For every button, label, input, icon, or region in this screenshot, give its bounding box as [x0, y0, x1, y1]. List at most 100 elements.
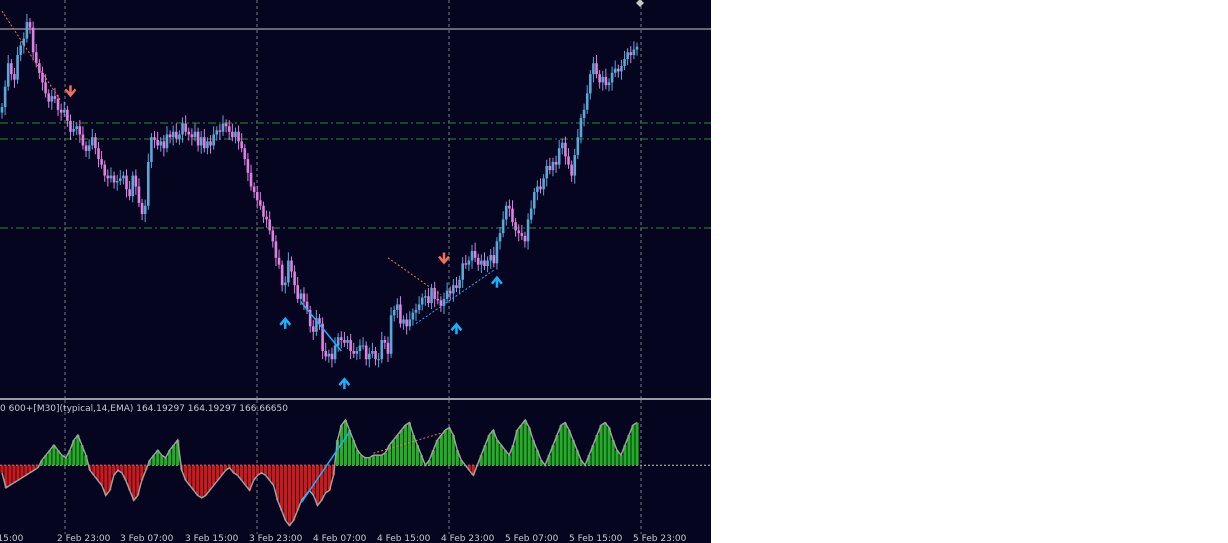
histogram-bar: [315, 465, 320, 506]
candle-body: [118, 178, 122, 182]
candle-body: [620, 65, 623, 72]
candle-body: [277, 257, 281, 265]
candle-body: [492, 255, 496, 264]
candle-body: [498, 233, 502, 242]
time-tick-label: 3 Feb 07:00: [120, 534, 174, 543]
histogram-bar: [188, 465, 192, 486]
candle-body: [514, 222, 517, 231]
histogram-bar: [519, 425, 523, 466]
candle-body: [570, 164, 573, 176]
candle-body: [122, 175, 125, 179]
candle-body: [162, 141, 166, 149]
histogram-bar: [563, 422, 567, 466]
candle-body: [424, 296, 427, 298]
candle-body: [143, 205, 147, 214]
candle-body: [199, 137, 203, 146]
candle-body: [90, 137, 94, 146]
candle-body: [249, 172, 253, 187]
candle-body: [190, 134, 194, 138]
candle-body: [629, 52, 633, 55]
candle-body: [47, 93, 50, 102]
time-tick-label: 2 Feb 23:00: [57, 534, 111, 543]
candle-body: [271, 230, 275, 242]
histogram-bar: [395, 435, 399, 466]
candle-body: [346, 340, 349, 343]
candle-body: [131, 175, 135, 197]
candle-body: [100, 159, 103, 165]
candle-body: [343, 340, 346, 343]
candle-body: [19, 45, 22, 55]
candle-body: [72, 129, 75, 132]
candle-body: [175, 131, 178, 139]
candle-body: [280, 264, 284, 286]
candle-body: [150, 137, 153, 162]
candle-body: [455, 285, 458, 288]
histogram-bar: [200, 465, 204, 498]
candle-body: [215, 130, 219, 135]
time-tick-label: 4 Feb 15:00: [377, 534, 431, 543]
candle-body: [632, 49, 636, 55]
histogram-bar: [523, 420, 527, 466]
histogram-bar: [363, 457, 368, 466]
candle-body: [221, 123, 225, 132]
candle-body: [589, 74, 592, 94]
candle-body: [274, 241, 278, 258]
histogram-bar: [631, 425, 635, 466]
histogram-bar: [603, 422, 607, 466]
candle-body: [246, 159, 250, 173]
histogram-bar: [12, 465, 16, 483]
histogram-bar: [599, 425, 603, 466]
candle-body: [386, 342, 390, 354]
candle-body: [433, 287, 436, 299]
candle-body: [339, 337, 343, 341]
histogram-bar: [291, 465, 296, 521]
candle-body: [439, 300, 443, 306]
candle-body: [153, 137, 156, 140]
candle-body: [501, 219, 505, 234]
histogram-bar: [495, 440, 499, 466]
histogram-bar: [204, 465, 208, 496]
candle-body: [511, 208, 514, 223]
candle-body: [483, 260, 486, 267]
candle-body: [517, 230, 521, 234]
candle-body: [62, 109, 66, 113]
histogram-bar: [443, 430, 447, 466]
indicator-chart[interactable]: [0, 400, 711, 534]
histogram-bar: [619, 455, 623, 466]
histogram-bar: [399, 430, 403, 466]
candle-body: [554, 161, 558, 165]
histogram-bar: [407, 422, 411, 466]
candle-body: [69, 120, 72, 132]
candle-body: [445, 290, 449, 299]
chart-background: [0, 0, 711, 398]
histogram-bar: [20, 465, 24, 478]
candle-body: [296, 285, 300, 299]
candle-body: [380, 340, 384, 360]
candle-body: [97, 148, 100, 160]
candle-body: [430, 287, 433, 304]
candle-body: [156, 139, 159, 146]
candle-body: [557, 148, 561, 165]
chart-window[interactable]: 0 600+[M30](typical,14,EMA) 164.19297 16…: [0, 0, 711, 543]
candle-body: [371, 351, 374, 354]
histogram-bar: [379, 455, 384, 466]
histogram-bar: [192, 465, 196, 491]
candle-body: [470, 250, 474, 261]
candle-body: [31, 27, 35, 53]
candle-body: [22, 38, 26, 46]
candle-body: [601, 76, 605, 83]
candle-body: [287, 260, 290, 283]
histogram-bar: [491, 430, 495, 466]
histogram-bar: [439, 435, 443, 466]
candle-body: [504, 205, 508, 220]
candle-body: [389, 315, 393, 354]
price-chart[interactable]: [0, 0, 711, 398]
candle-body: [520, 233, 524, 236]
candle-body: [171, 131, 175, 138]
candle-body: [209, 141, 212, 146]
candle-body: [480, 260, 483, 265]
histogram-bar: [347, 430, 352, 466]
candle-body: [526, 219, 530, 242]
candle-body: [206, 141, 209, 149]
time-tick-label: 3 Feb 15:00: [185, 534, 239, 543]
